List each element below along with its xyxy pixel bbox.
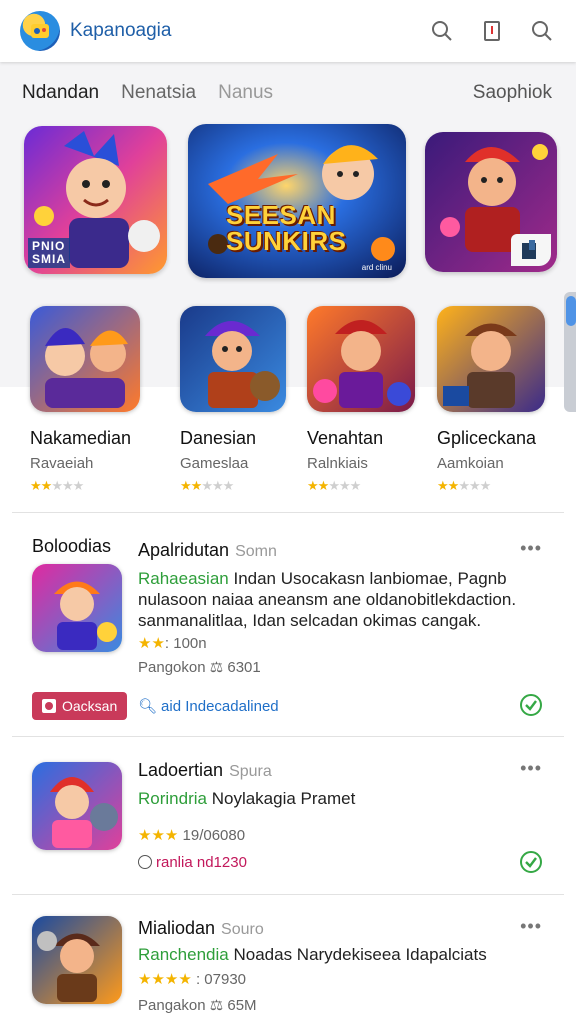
game-name: Venahtan — [307, 428, 384, 448]
search-icon[interactable] — [428, 17, 456, 45]
featured-card-2[interactable]: SEESAN SUNKIRS ard clinu — [188, 124, 406, 278]
featured-game-title: SEESAN SUNKIRS — [226, 200, 347, 256]
list-item-title: Apalridutan Somn — [138, 540, 277, 560]
featured-card-1[interactable]: PNIO SMIA — [24, 126, 167, 274]
list-item-meta: Pangakon ⚖ 65M — [138, 997, 257, 1014]
bookmark-icon[interactable] — [478, 17, 506, 45]
tab-ndandan[interactable]: Ndandan — [22, 82, 99, 104]
details-link[interactable]: 🔍︎ aid Indecadalined — [138, 697, 279, 716]
more-options-icon[interactable]: ••• — [520, 758, 542, 779]
list-item-description: Rorindria Noylakagia Pramet — [138, 789, 356, 808]
divider — [12, 736, 564, 737]
featured-caption: ard clinu — [361, 263, 392, 272]
installed-check-icon — [520, 851, 542, 873]
game-name: Danesian — [180, 428, 257, 448]
game-icon — [437, 306, 545, 412]
rating-stars: ★★★★★ — [307, 478, 361, 493]
list-item-title: Mialiodan Souro — [138, 918, 264, 938]
installed-check-icon — [520, 694, 542, 716]
rating: ★★★ 19/06080 — [138, 827, 246, 844]
list-item-description: Rahaeasian Indan Usocakasn lanbiomae, Pa… — [138, 569, 517, 630]
game-name: Nakamedian — [30, 428, 132, 448]
rating-stars: ★★★★★ — [437, 478, 491, 493]
rating: ★★: 100n — [138, 635, 207, 652]
divider — [12, 894, 564, 895]
app-title: Kapanoagia — [70, 20, 172, 41]
section-title: Boloodias — [32, 536, 112, 556]
featured-badge: PNIO SMIA — [28, 238, 70, 268]
tab-nenatsia[interactable]: Nenatsia — [121, 82, 196, 104]
game-icon — [32, 762, 122, 850]
game-icon — [180, 306, 286, 412]
app-logo-icon[interactable] — [20, 11, 60, 51]
divider — [12, 512, 564, 513]
game-icon — [32, 916, 122, 1004]
game-card[interactable]: Danesian Gameslaa ★★★★★ — [180, 306, 310, 494]
download-icon — [42, 699, 56, 713]
game-card[interactable]: Venahtan Ralnkiais ★★★★★ — [307, 306, 437, 494]
list-item-meta: ranlia nd1230 — [138, 854, 247, 871]
list-item-meta: Pangokon ⚖ 6301 — [138, 659, 261, 676]
game-developer: Aamkoian — [437, 455, 504, 472]
game-card[interactable]: Nakamedian Ravaeiah ★★★★★ — [30, 306, 160, 494]
rating: ★★★★ : 07930 — [138, 971, 247, 988]
tab-saophiok[interactable]: Saophiok — [473, 82, 552, 104]
search-icon[interactable] — [528, 17, 556, 45]
search-icon: 🔍︎ — [138, 698, 158, 715]
category-tabs: Ndandan Nenatsia Nanus Saophiok — [22, 82, 552, 104]
rating-stars: ★★★★★ — [180, 478, 234, 493]
list-item-title: Ladoertian Spura — [138, 760, 272, 780]
app-header: Kapanoagia — [0, 0, 576, 62]
clock-icon — [138, 855, 152, 869]
featured-card-3[interactable] — [425, 132, 557, 272]
list-item-description: Ranchendia Noadas Narydekiseea Idapalcia… — [138, 945, 487, 964]
game-developer: Ravaeiah — [30, 455, 94, 472]
more-options-icon[interactable]: ••• — [520, 916, 542, 937]
game-icon — [30, 306, 140, 412]
more-options-icon[interactable]: ••• — [520, 538, 542, 559]
featured-carousel: PNIO SMIA SEESAN SUNKIRS ard clinu — [0, 124, 576, 279]
rating-stars: ★★★★★ — [30, 478, 84, 493]
game-card[interactable]: Gpliceckana Aamkoian ★★★★★ — [437, 306, 567, 494]
game-name: Gpliceckana — [437, 428, 537, 448]
game-icon — [32, 564, 122, 652]
game-icon — [307, 306, 415, 412]
download-button[interactable]: Oacksan — [32, 692, 128, 720]
app-icon — [511, 234, 551, 266]
tab-nanus[interactable]: Nanus — [218, 82, 273, 104]
game-developer: Ralnkiais — [307, 455, 368, 472]
game-developer: Gameslaa — [180, 455, 249, 472]
